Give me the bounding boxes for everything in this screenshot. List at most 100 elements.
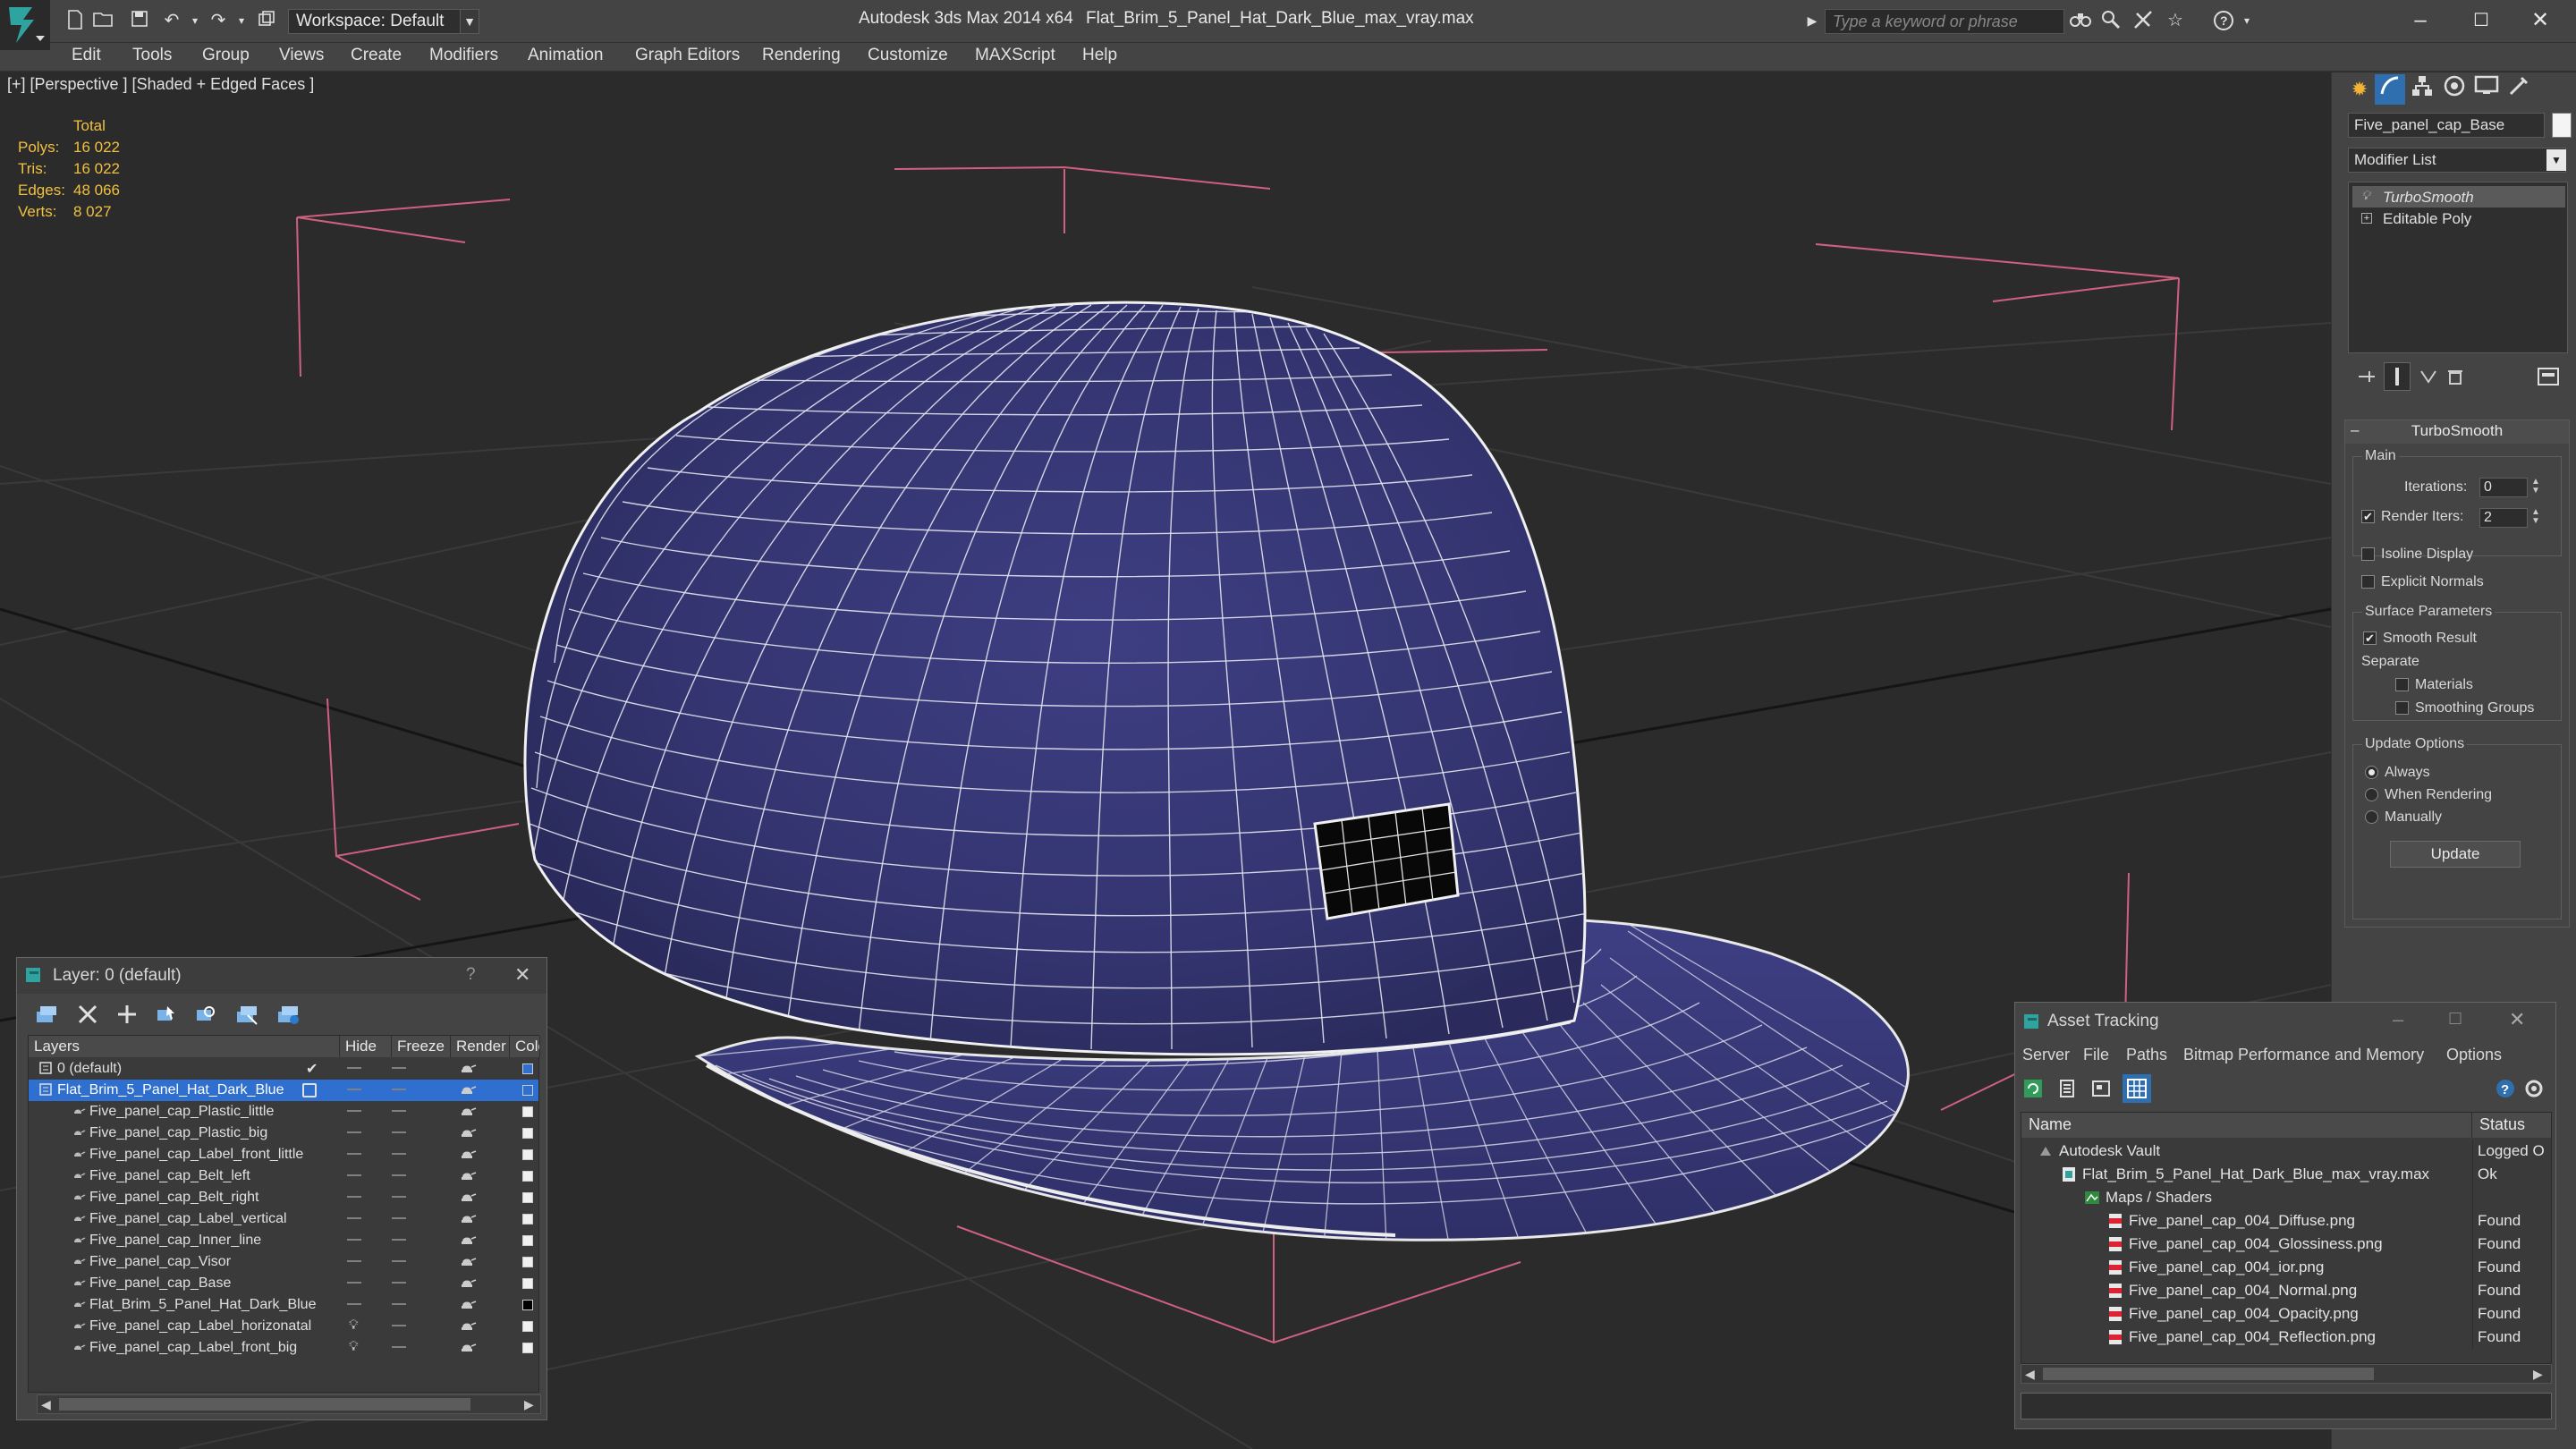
menu-modifiers[interactable]: Modifiers <box>429 46 498 65</box>
render-teapot-icon[interactable] <box>460 1340 478 1359</box>
layer-horizontal-scrollbar[interactable]: ◀ ▶ <box>37 1394 541 1414</box>
viewport-label[interactable]: [+] [Perspective ] [Shaded + Edged Faces… <box>7 75 314 94</box>
freeze-toggle[interactable] <box>392 1239 406 1241</box>
asset-row[interactable]: Autodesk Vault Logged O <box>2021 1140 2551 1163</box>
separate-materials-checkbox[interactable] <box>2395 678 2409 691</box>
freeze-toggle[interactable] <box>392 1174 406 1176</box>
delete-layer-icon[interactable] <box>76 1003 99 1026</box>
asset-menu-options[interactable]: Options <box>2446 1046 2502 1064</box>
layer-color-swatch[interactable] <box>522 1085 533 1096</box>
show-end-result-button[interactable] <box>2384 362 2411 391</box>
layer-color-swatch[interactable] <box>522 1214 533 1224</box>
modifier-list-dropdown[interactable]: Modifier List <box>2348 148 2566 173</box>
column-hide[interactable]: Hide <box>340 1036 392 1057</box>
menu-animation[interactable]: Animation <box>528 46 604 65</box>
layer-row[interactable]: Five_panel_cap_Plastic_big <box>29 1123 538 1144</box>
layer-row[interactable]: Five_panel_cap_Base <box>29 1273 538 1294</box>
table-view-button[interactable] <box>2123 1074 2151 1103</box>
modify-tab-icon[interactable] <box>2375 74 2405 105</box>
remove-modifier-icon[interactable] <box>2446 368 2466 386</box>
layer-row[interactable]: Five_panel_cap_Inner_line <box>29 1230 538 1251</box>
layer-row[interactable]: Five_panel_cap_Belt_left <box>29 1165 538 1187</box>
layer-row[interactable]: Five_panel_cap_Plastic_little <box>29 1101 538 1123</box>
update-manually-radio[interactable] <box>2365 810 2378 824</box>
layer-color-swatch[interactable] <box>522 1300 533 1310</box>
close-icon[interactable]: ✕ <box>2513 4 2567 38</box>
modifier-list-arrow-icon[interactable]: ▼ <box>2546 149 2566 171</box>
asset-row[interactable]: Five_panel_cap_004_Diffuse.png Found <box>2021 1209 2551 1233</box>
stack-item-editable-poly[interactable]: + Editable Poly <box>2352 208 2565 229</box>
asset-menu-server[interactable]: Server <box>2022 1046 2070 1064</box>
refresh-icon[interactable] <box>2022 1078 2044 1099</box>
asset-menu-bitmap-performance[interactable]: Bitmap Performance and Memory <box>2183 1046 2424 1064</box>
layer-color-swatch[interactable] <box>522 1278 533 1289</box>
pin-stack-icon[interactable] <box>2357 368 2377 386</box>
freeze-toggle[interactable] <box>392 1110 406 1112</box>
hierarchy-tab-icon[interactable] <box>2407 74 2437 105</box>
asset-row[interactable]: Five_panel_cap_004_Opacity.png Found <box>2021 1302 2551 1326</box>
hide-toggle[interactable] <box>347 1260 361 1262</box>
render-teapot-icon[interactable] <box>460 1082 478 1101</box>
help-icon[interactable]: ? <box>2213 10 2234 31</box>
layer-color-swatch[interactable] <box>522 1257 533 1267</box>
asset-menu-file[interactable]: File <box>2083 1046 2109 1064</box>
render-iters-spinner[interactable]: 2 <box>2479 508 2528 528</box>
asset-scroll-left-icon[interactable]: ◀ <box>2025 1367 2035 1382</box>
layer-color-swatch[interactable] <box>522 1192 533 1203</box>
infocenter-expand-icon[interactable]: ▶ <box>1801 10 1823 31</box>
hide-toggle[interactable] <box>347 1196 361 1198</box>
hold-icon[interactable] <box>256 10 277 31</box>
open-file-icon[interactable] <box>93 10 114 31</box>
highlight-layer-icon[interactable] <box>194 1003 217 1026</box>
asset-row[interactable]: Flat_Brim_5_Panel_Hat_Dark_Blue_max_vray… <box>2021 1163 2551 1186</box>
iterations-spinner[interactable]: 0 <box>2479 478 2528 497</box>
maximize-icon[interactable]: ☐ <box>2454 4 2508 38</box>
render-teapot-icon[interactable] <box>460 1147 478 1165</box>
hide-toggle[interactable] <box>347 1217 361 1219</box>
layer-color-swatch[interactable] <box>522 1171 533 1182</box>
current-layer-check-icon[interactable]: ✔ <box>306 1060 318 1078</box>
communication-center-icon[interactable] <box>2132 10 2154 31</box>
subscription-center-icon[interactable] <box>2100 10 2122 31</box>
column-freeze[interactable]: Freeze <box>392 1036 451 1057</box>
render-teapot-icon[interactable] <box>460 1211 478 1230</box>
utilities-tab-icon[interactable] <box>2504 74 2534 105</box>
object-name-field[interactable]: Five_panel_cap_Base <box>2348 113 2545 138</box>
undo-icon[interactable]: ↶ <box>161 10 182 31</box>
layer-color-swatch[interactable] <box>522 1321 533 1332</box>
layer-dialog-help[interactable]: ? <box>466 965 476 985</box>
menu-tools[interactable]: Tools <box>132 46 172 65</box>
hide-toggle[interactable] <box>347 1067 361 1069</box>
redo-icon[interactable]: ↷ <box>208 10 229 31</box>
menu-help[interactable]: Help <box>1082 46 1117 65</box>
menu-maxscript[interactable]: MAXScript <box>975 46 1055 65</box>
lightbulb-icon[interactable]: 💡︎ <box>2361 188 2370 203</box>
layer-row[interactable]: Five_panel_cap_Belt_right <box>29 1187 538 1208</box>
hide-toggle-lightbulb-icon[interactable]: 💡︎ <box>349 1339 359 1354</box>
layer-color-swatch[interactable] <box>522 1343 533 1353</box>
menu-rendering[interactable]: Rendering <box>762 46 841 65</box>
asset-row[interactable]: Maps / Shaders <box>2021 1186 2551 1209</box>
freeze-toggle[interactable] <box>392 1089 406 1090</box>
layer-color-swatch[interactable] <box>522 1235 533 1246</box>
render-teapot-icon[interactable] <box>460 1318 478 1337</box>
update-button[interactable]: Update <box>2390 841 2521 868</box>
hide-toggle[interactable] <box>347 1110 361 1112</box>
freeze-toggle[interactable] <box>392 1303 406 1305</box>
freeze-toggle[interactable] <box>392 1153 406 1155</box>
iterations-spinner-arrows-icon[interactable]: ▲ ▼ <box>2529 478 2542 497</box>
asset-row[interactable]: Five_panel_cap_004_Glossiness.png Found <box>2021 1233 2551 1256</box>
redo-dropdown-icon[interactable]: ▾ <box>231 10 252 31</box>
stack-item-turbosmooth[interactable]: 💡︎ TurboSmooth <box>2352 186 2565 208</box>
workspace-select[interactable]: Workspace: Default <box>288 9 465 34</box>
layer-row[interactable]: Flat_Brim_5_Panel_Hat_Dark_Blue <box>29 1080 538 1101</box>
hide-all-layers-icon[interactable] <box>235 1003 260 1026</box>
asset-row[interactable]: Five_panel_cap_004_Reflection.png Found <box>2021 1326 2551 1349</box>
render-teapot-icon[interactable] <box>460 1254 478 1273</box>
hide-toggle[interactable] <box>347 1131 361 1133</box>
layer-color-swatch[interactable] <box>522 1063 533 1074</box>
menu-customize[interactable]: Customize <box>868 46 948 65</box>
layer-row[interactable]: Five_panel_cap_Label_horizonatal 💡︎ <box>29 1316 538 1337</box>
hide-toggle[interactable] <box>347 1153 361 1155</box>
motion-tab-icon[interactable] <box>2439 74 2470 105</box>
